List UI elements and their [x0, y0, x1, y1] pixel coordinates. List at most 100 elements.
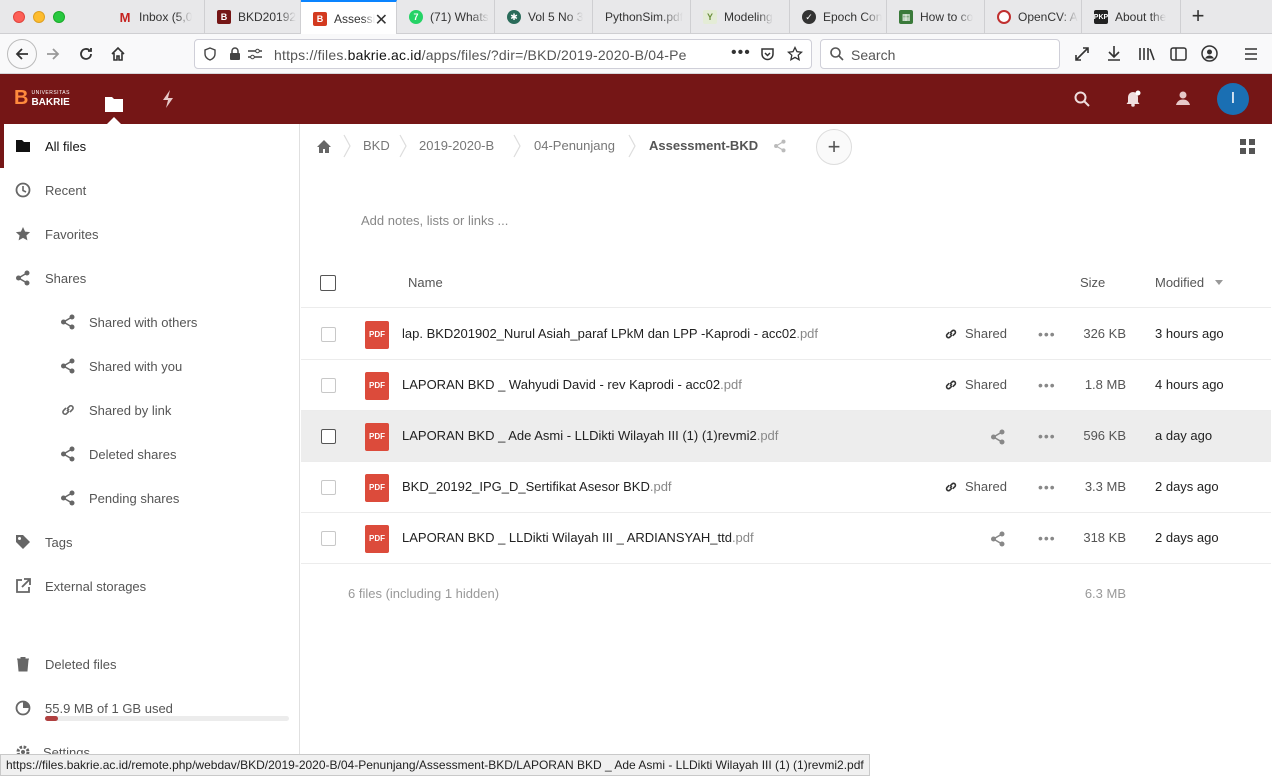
- sidebar-item-shares[interactable]: Shares: [0, 256, 300, 300]
- browser-tab[interactable]: B BKD20192: [205, 0, 301, 34]
- notes-input[interactable]: Add notes, lists or links ...: [361, 213, 508, 228]
- browser-tab[interactable]: ✓ Epoch Con: [790, 0, 887, 34]
- forward-button[interactable]: [40, 41, 66, 67]
- share-icon[interactable]: [773, 139, 787, 153]
- file-checkbox[interactable]: [321, 327, 336, 342]
- file-checkbox[interactable]: [321, 429, 336, 444]
- bookmark-star-icon[interactable]: [787, 46, 803, 62]
- search-bar[interactable]: Search: [820, 39, 1060, 69]
- file-row[interactable]: PDF lap. BKD201902_Nurul Asiah_paraf LPkM…: [301, 309, 1271, 360]
- library-icon[interactable]: [1138, 46, 1155, 62]
- lightning-icon: [163, 90, 173, 108]
- folder-icon: [105, 97, 123, 112]
- menu-icon[interactable]: [1243, 46, 1259, 62]
- file-checkbox[interactable]: [321, 378, 336, 393]
- shield-icon[interactable]: [203, 47, 217, 61]
- shared-link-button[interactable]: Shared: [944, 479, 1007, 494]
- shared-link-button[interactable]: Shared: [944, 326, 1007, 341]
- browser-tab[interactable]: PythonSim.pdf: [593, 0, 691, 34]
- file-name[interactable]: BKD_20192_IPG_D_Sertifikat Asesor BKD.pd…: [402, 479, 672, 494]
- sort-desc-icon[interactable]: [1215, 280, 1223, 285]
- file-checkbox[interactable]: [321, 531, 336, 546]
- trash-icon: [17, 657, 29, 672]
- sidebar-item-deleted-files[interactable]: Deleted files: [0, 642, 300, 686]
- file-checkbox[interactable]: [321, 480, 336, 495]
- sidebar-item-favorites[interactable]: Favorites: [0, 212, 300, 256]
- share-icon[interactable]: [990, 429, 1006, 450]
- url-domain: bakrie.ac.id: [347, 47, 422, 63]
- browser-tab[interactable]: Y Modeling: [691, 0, 790, 34]
- sidebar-item-recent[interactable]: Recent: [0, 168, 300, 212]
- file-row[interactable]: PDF LAPORAN BKD _ Ade Asmi - LLDikti Wila…: [301, 411, 1271, 462]
- file-name[interactable]: LAPORAN BKD _ Ade Asmi - LLDikti Wilayah…: [402, 428, 778, 443]
- browser-tab[interactable]: PKP About the: [1082, 0, 1181, 34]
- sidebar-item-label: Shared with others: [89, 315, 198, 330]
- home-button[interactable]: [105, 41, 131, 67]
- file-basename: LAPORAN BKD _ LLDikti Wilayah III _ ARDI…: [402, 530, 732, 545]
- sidebar-item-external-storages[interactable]: External storages: [0, 564, 300, 608]
- pocket-icon[interactable]: [760, 47, 775, 62]
- page-actions-icon[interactable]: •••: [731, 44, 751, 62]
- file-name[interactable]: LAPORAN BKD _ Wahyudi David - rev Kaprod…: [402, 377, 742, 392]
- breadcrumb-item[interactable]: 04-Penunjang: [534, 138, 615, 153]
- pdf-file-icon: PDF: [365, 525, 389, 553]
- account-icon[interactable]: [1201, 45, 1218, 62]
- file-name[interactable]: lap. BKD201902_Nurul Asiah_paraf LPkM da…: [402, 326, 818, 341]
- sidebar-item-label: Shared by link: [89, 403, 172, 418]
- select-all-checkbox[interactable]: [320, 275, 336, 291]
- share-icon[interactable]: [990, 531, 1006, 552]
- add-new-button[interactable]: +: [816, 129, 852, 165]
- logo-big-text: BAKRIE: [31, 97, 70, 108]
- breadcrumb-current[interactable]: Assessment-BKD: [649, 138, 758, 153]
- files-app-button[interactable]: [101, 84, 127, 124]
- url-prefix: https://files.: [274, 47, 348, 63]
- status-bar-url: https://files.bakrie.ac.id/remote.php/we…: [0, 754, 870, 776]
- browser-tab[interactable]: M Inbox (5,0: [106, 0, 205, 34]
- sidebar-item-shared-by-link[interactable]: Shared by link: [0, 388, 300, 432]
- breadcrumb-item[interactable]: 2019-2020-B: [419, 138, 494, 153]
- browser-tab[interactable]: ✱ Vol 5 No 3: [495, 0, 593, 34]
- sidebar-item-tags[interactable]: Tags: [0, 520, 300, 564]
- file-row[interactable]: PDF BKD_20192_IPG_D_Sertifikat Asesor BKD…: [301, 462, 1271, 513]
- browser-tab[interactable]: 7 (71) Whats: [397, 0, 495, 34]
- shared-link-button[interactable]: Shared: [944, 377, 1007, 392]
- search-placeholder: Search: [851, 47, 896, 63]
- reload-button[interactable]: [73, 41, 99, 67]
- size-column-header[interactable]: Size: [1080, 275, 1105, 290]
- file-name[interactable]: LAPORAN BKD _ LLDikti Wilayah III _ ARDI…: [402, 530, 754, 545]
- university-logo[interactable]: B UNIVERSITAS BAKRIE: [14, 88, 70, 108]
- close-window-button[interactable]: [13, 11, 25, 23]
- minimize-window-button[interactable]: [33, 11, 45, 23]
- browser-tab-active[interactable]: B Assessi ✕: [301, 0, 397, 35]
- contacts-button[interactable]: [1174, 89, 1192, 107]
- breadcrumb-item[interactable]: BKD: [363, 138, 390, 153]
- browser-tab[interactable]: ▦ How to co: [887, 0, 985, 34]
- grid-view-icon[interactable]: [1240, 139, 1255, 154]
- user-avatar[interactable]: I: [1217, 83, 1249, 115]
- sidebar-item-shared-with-you[interactable]: Shared with you: [0, 344, 300, 388]
- download-icon[interactable]: [1106, 45, 1122, 62]
- file-row[interactable]: PDF LAPORAN BKD _ LLDikti Wilayah III _ A…: [301, 513, 1271, 564]
- file-row[interactable]: PDF LAPORAN BKD _ Wahyudi David - rev Kap…: [301, 360, 1271, 411]
- activity-app-button[interactable]: [158, 88, 178, 110]
- url-text[interactable]: https://files.bakrie.ac.id/apps/files/?d…: [274, 47, 714, 63]
- lock-icon[interactable]: [229, 47, 241, 61]
- sidebar-item-deleted-shares[interactable]: Deleted shares: [0, 432, 300, 476]
- expand-icon[interactable]: [1074, 46, 1090, 62]
- permissions-icon[interactable]: [247, 47, 263, 61]
- url-bar[interactable]: https://files.bakrie.ac.id/apps/files/?d…: [194, 39, 812, 69]
- sidebar-item-shared-with-others[interactable]: Shared with others: [0, 300, 300, 344]
- sidebar-toggle-icon[interactable]: [1170, 46, 1187, 62]
- browser-tab[interactable]: OpenCV: A: [985, 0, 1082, 34]
- home-icon[interactable]: [316, 139, 332, 154]
- close-tab-icon[interactable]: ✕: [375, 10, 388, 30]
- header-search-button[interactable]: [1073, 90, 1091, 108]
- sidebar-item-all-files[interactable]: All files: [0, 124, 300, 168]
- maximize-window-button[interactable]: [53, 11, 65, 23]
- name-column-header[interactable]: Name: [408, 275, 443, 290]
- modified-column-header[interactable]: Modified: [1155, 275, 1204, 290]
- new-tab-button[interactable]: +: [1186, 4, 1210, 28]
- back-button[interactable]: [7, 39, 37, 69]
- sidebar-item-pending-shares[interactable]: Pending shares: [0, 476, 300, 520]
- notifications-button[interactable]: [1124, 89, 1142, 107]
